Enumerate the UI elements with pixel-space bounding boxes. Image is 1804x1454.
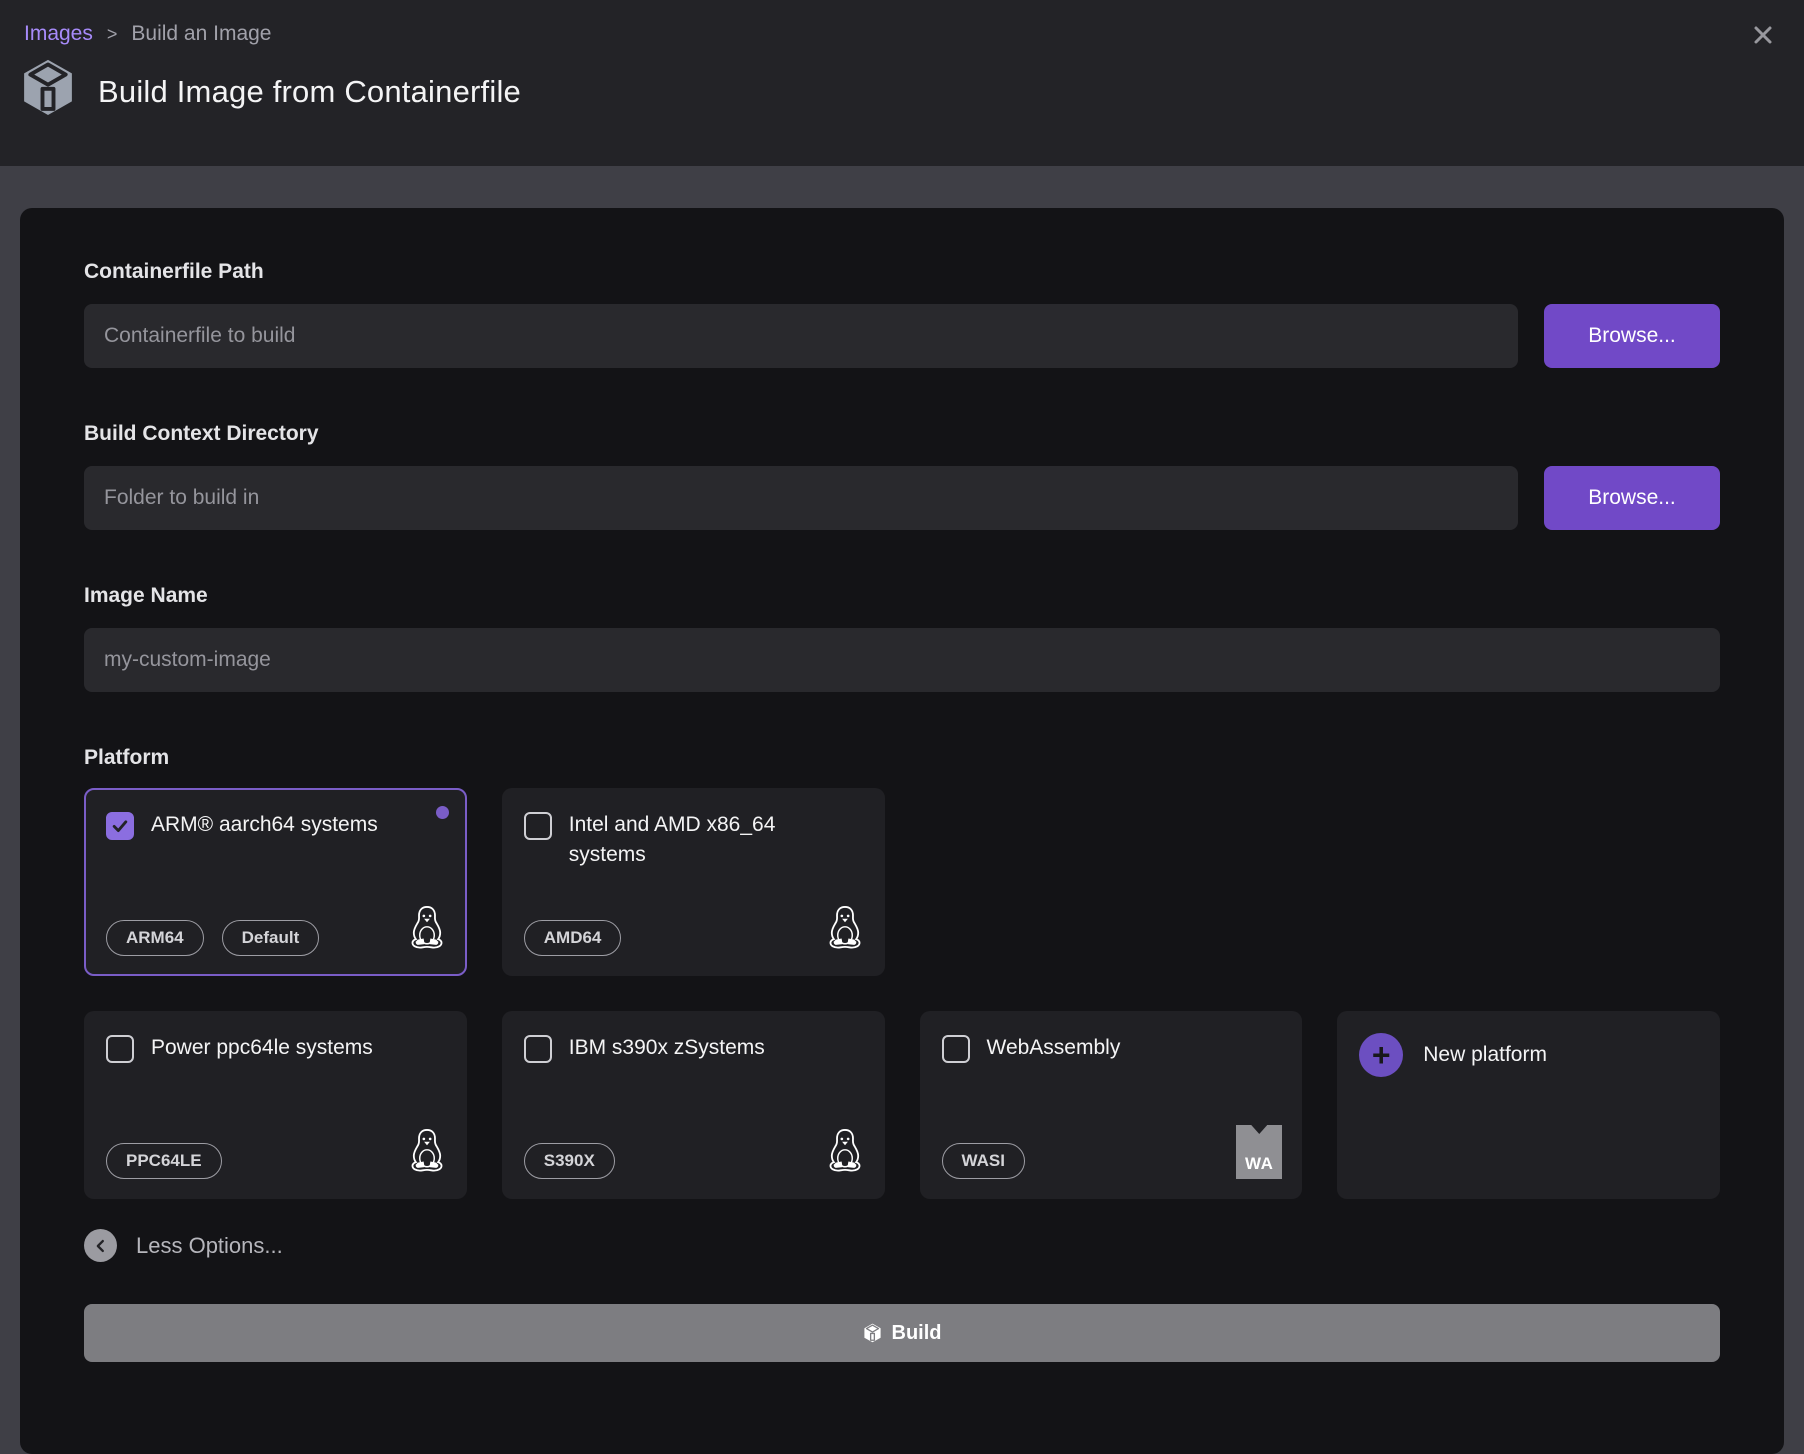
plus-icon[interactable]: + <box>1359 1033 1403 1077</box>
platform-title: Power ppc64le systems <box>151 1033 373 1063</box>
badge-arch: S390X <box>524 1143 615 1179</box>
build-cube-icon <box>863 1323 882 1344</box>
platform-grid: ARM® aarch64 systems ARM64 Default <box>84 788 1720 1199</box>
chevron-left-icon <box>84 1229 117 1262</box>
linux-tux-icon <box>407 1128 447 1179</box>
platform-card-wasm[interactable]: WebAssembly WASI WA <box>920 1011 1303 1199</box>
badge-arch: PPC64LE <box>106 1143 222 1179</box>
platform-label: Platform <box>84 746 1720 770</box>
platform-checkbox-wasm[interactable] <box>942 1035 970 1063</box>
platform-card-s390x[interactable]: IBM s390x zSystems S390X <box>502 1011 885 1199</box>
title-row: Build Image from Containerfile <box>20 58 521 125</box>
image-name-input[interactable] <box>84 628 1720 692</box>
build-form-panel: Containerfile Path Browse... Build Conte… <box>20 208 1784 1454</box>
containerfile-path-row: Browse... <box>84 304 1720 368</box>
platform-card-ppc64le[interactable]: Power ppc64le systems PPC64LE <box>84 1011 467 1199</box>
breadcrumb-images-link[interactable]: Images <box>24 22 93 46</box>
webassembly-icon: WA <box>1236 1125 1282 1179</box>
platform-checkbox-amd64[interactable] <box>524 812 552 840</box>
platform-title: WebAssembly <box>987 1033 1121 1063</box>
badge-arch: ARM64 <box>106 920 204 956</box>
image-name-label: Image Name <box>84 584 1720 608</box>
build-button[interactable]: Build <box>84 1304 1720 1362</box>
platform-card-amd64[interactable]: Intel and AMD x86_64 systems AMD64 <box>502 788 885 976</box>
linux-tux-icon <box>825 1128 865 1179</box>
badge-default: Default <box>222 920 320 956</box>
platform-checkbox-arm64[interactable] <box>106 812 134 840</box>
platform-title: IBM s390x zSystems <box>569 1033 765 1063</box>
build-context-input[interactable] <box>84 466 1518 530</box>
less-options-label: Less Options... <box>136 1233 283 1259</box>
platform-title: ARM® aarch64 systems <box>151 810 378 840</box>
platform-card-arm64[interactable]: ARM® aarch64 systems ARM64 Default <box>84 788 467 976</box>
platform-title: Intel and AMD x86_64 systems <box>569 810 814 871</box>
linux-tux-icon <box>825 905 865 956</box>
page-header: Images > Build an Image Build Image from… <box>0 0 1804 166</box>
containerfile-path-input[interactable] <box>84 304 1518 368</box>
image-name-row <box>84 628 1720 692</box>
new-platform-card[interactable]: + New platform <box>1337 1011 1720 1199</box>
less-options-toggle[interactable]: Less Options... <box>84 1229 1720 1262</box>
close-icon[interactable] <box>1748 20 1778 50</box>
build-button-label: Build <box>892 1322 942 1345</box>
build-context-label: Build Context Directory <box>84 422 1720 446</box>
container-cube-icon <box>20 58 76 125</box>
containerfile-path-label: Containerfile Path <box>84 260 1720 284</box>
selected-dot <box>436 806 449 819</box>
breadcrumb-current: Build an Image <box>131 22 271 46</box>
breadcrumb: Images > Build an Image <box>24 22 271 46</box>
badge-arch: WASI <box>942 1143 1025 1179</box>
new-platform-label: New platform <box>1423 1040 1547 1070</box>
build-context-browse-button[interactable]: Browse... <box>1544 466 1720 530</box>
page-title: Build Image from Containerfile <box>98 74 521 110</box>
platform-checkbox-s390x[interactable] <box>524 1035 552 1063</box>
platform-checkbox-ppc64le[interactable] <box>106 1035 134 1063</box>
build-context-row: Browse... <box>84 466 1720 530</box>
breadcrumb-separator: > <box>107 24 118 45</box>
linux-tux-icon <box>407 905 447 956</box>
containerfile-browse-button[interactable]: Browse... <box>1544 304 1720 368</box>
badge-arch: AMD64 <box>524 920 622 956</box>
